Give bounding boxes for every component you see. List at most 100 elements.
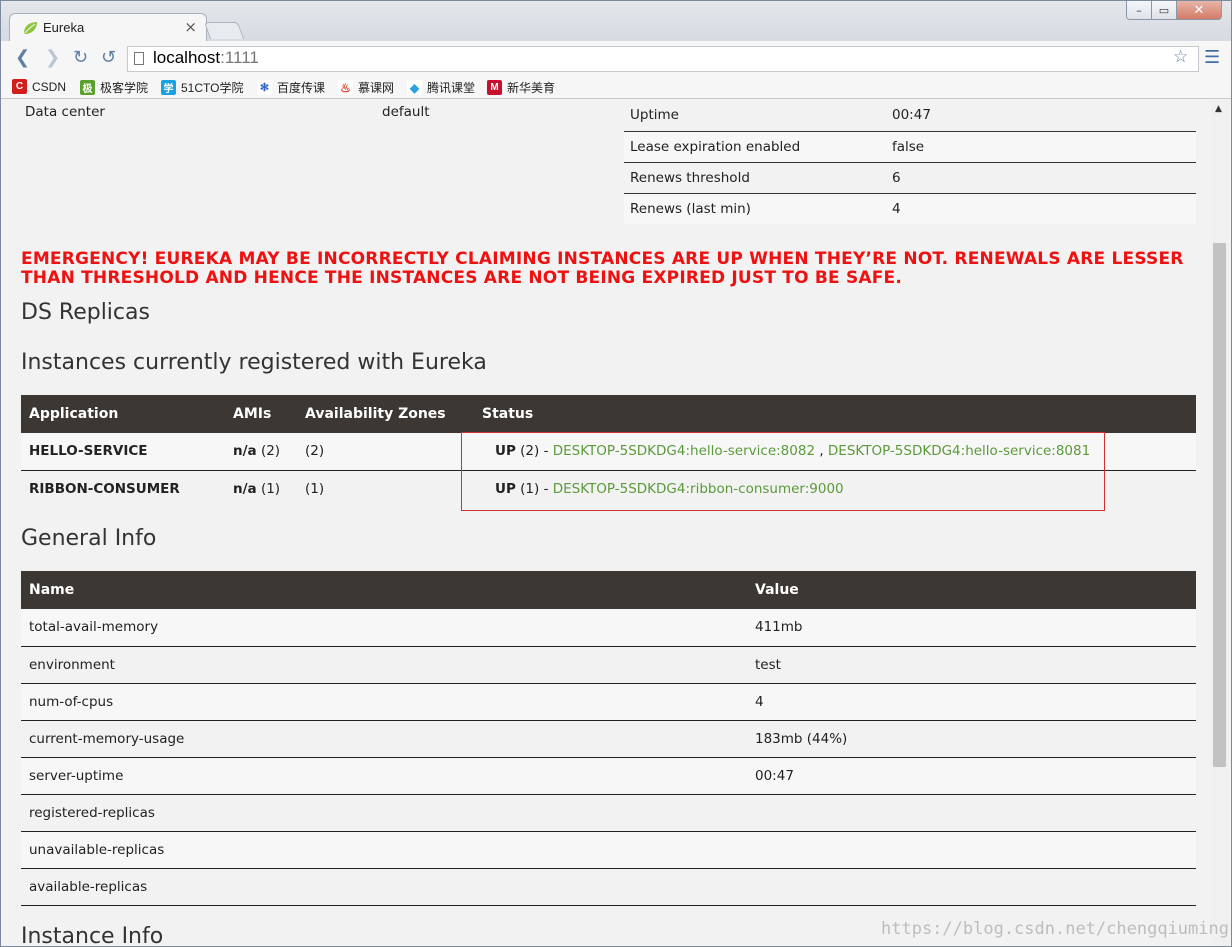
bookmark-xinhua[interactable]: M 新华美育 <box>487 79 555 96</box>
tab-eureka[interactable]: Eureka × <box>9 13 207 41</box>
maximize-button[interactable]: ▭ <box>1152 1 1177 19</box>
application-name: HELLO-SERVICE <box>21 433 225 471</box>
forward-arrow-icon[interactable]: ❯ <box>45 49 60 67</box>
minimize-icon: – <box>1136 3 1142 17</box>
bookmark-label: 新华美育 <box>507 81 556 95</box>
bookmark-51cto[interactable]: 学 51CTO学院 <box>161 79 243 96</box>
info-name: available-replicas <box>21 868 747 906</box>
info-value: 183mb (44%) <box>747 720 1196 758</box>
scroll-thumb[interactable] <box>1213 243 1226 767</box>
zones-cell: (2) <box>297 433 474 471</box>
table-row: num-of-cpus 4 <box>21 683 1196 721</box>
col-amis: AMIs <box>225 395 297 433</box>
col-value: Value <box>747 571 1196 609</box>
stat-value: false <box>886 131 1196 163</box>
general-info-heading: General Info <box>21 526 157 551</box>
ami-count: (1) <box>260 480 281 497</box>
page-viewport[interactable]: Data center default Uptime 00:47 Lease ex… <box>3 100 1211 946</box>
status-stats-table: Uptime 00:47 Lease expiration enabled fals… <box>624 100 1196 224</box>
zones-cell: (1) <box>297 470 474 507</box>
bookmark-label: 极客学院 <box>100 81 149 95</box>
table-row: total-avail-memory 411mb <box>21 609 1196 647</box>
minimize-button[interactable]: – <box>1127 1 1152 19</box>
menu-icon[interactable]: ☰ <box>1204 47 1220 68</box>
table-row: Lease expiration enabled false <box>624 131 1196 163</box>
table-row: Uptime 00:47 <box>624 100 1196 132</box>
xinhua-m-icon: M <box>487 80 502 95</box>
stat-label: Renews (last min) <box>624 193 886 224</box>
ami-value: n/a <box>233 443 257 460</box>
bookmark-imooc[interactable]: ♨ 慕课网 <box>338 79 394 96</box>
col-status: Status <box>474 395 1196 433</box>
close-icon: ✕ <box>1193 2 1205 18</box>
bookmark-label: 51CTO学院 <box>181 81 244 95</box>
stat-label: Renews threshold <box>624 162 886 194</box>
table-row: unavailable-replicas <box>21 831 1196 869</box>
back-arrow-icon[interactable]: ❮ <box>15 49 30 67</box>
tencent-icon: ◆ <box>407 80 422 95</box>
table-row: RIBBON-CONSUMER n/a (1) (1) UP (1) - DES… <box>21 470 1196 507</box>
browser-window: Eureka × – ▭ ✕ ❮ ❯ ↻ ↺ localhost:1111 ☆ … <box>0 0 1232 947</box>
info-name: total-avail-memory <box>21 609 747 647</box>
bookmark-baiduchuanke[interactable]: ✻ 百度传课 <box>257 79 325 96</box>
flame-icon: ♨ <box>338 80 353 95</box>
bookmark-jikexueyuan[interactable]: 极 极客学院 <box>80 79 148 96</box>
info-name: unavailable-replicas <box>21 831 747 869</box>
watermark-text: https://blog.csdn.net/chengqiuming <box>881 919 1229 939</box>
address-bar[interactable] <box>127 46 1199 72</box>
status-up: UP <box>495 480 516 497</box>
scroll-up-arrow-icon[interactable]: ▲ <box>1215 104 1222 114</box>
stat-value: 00:47 <box>886 100 1196 132</box>
reload-icon[interactable]: ↻ <box>73 49 88 67</box>
table-header-row: Application AMIs Availability Zones Stat… <box>21 395 1196 433</box>
51cto-icon: 学 <box>161 80 176 95</box>
table-row: registered-replicas <box>21 794 1196 832</box>
bookmark-star-icon[interactable]: ☆ <box>1173 47 1188 67</box>
info-value <box>747 794 1196 832</box>
status-cell: UP (1) - DESKTOP-5SDKDG4:ribbon-consumer… <box>474 470 1196 507</box>
info-name: registered-replicas <box>21 794 747 832</box>
bookmark-label: CSDN <box>32 79 67 94</box>
info-value: 00:47 <box>747 757 1196 795</box>
window-controls: – ▭ ✕ <box>1126 1 1222 20</box>
info-value: 4 <box>747 683 1196 721</box>
close-window-button[interactable]: ✕ <box>1177 1 1221 19</box>
instance-link[interactable]: DESKTOP-5SDKDG4:ribbon-consumer:9000 <box>553 481 844 497</box>
table-row: environment test <box>21 646 1196 684</box>
col-availability-zones: Availability Zones <box>297 395 474 433</box>
info-name: environment <box>21 646 747 684</box>
instance-link[interactable]: DESKTOP-5SDKDG4:hello-service:8082 <box>553 443 815 459</box>
stat-value: 6 <box>886 162 1196 194</box>
url-text[interactable]: localhost:1111 <box>153 48 259 68</box>
bookmark-label: 慕课网 <box>358 81 395 95</box>
status-up: UP <box>495 443 516 460</box>
bookmark-tencent[interactable]: ◆ 腾讯课堂 <box>407 79 475 96</box>
application-name: RIBBON-CONSUMER <box>21 470 225 507</box>
data-center-label: Data center <box>25 104 105 120</box>
instances-heading: Instances currently registered with Eure… <box>21 350 487 375</box>
ds-replicas-heading: DS Replicas <box>21 300 150 325</box>
bookmark-csdn[interactable]: C CSDN <box>12 79 66 94</box>
col-name: Name <box>21 571 747 609</box>
instance-link[interactable]: DESKTOP-5SDKDG4:hello-service:8081 <box>828 443 1090 459</box>
baidu-paw-icon: ✻ <box>257 80 272 95</box>
general-info-table: Name Value total-avail-memory 411mb envir… <box>21 571 1196 906</box>
tab-title: Eureka <box>43 20 85 35</box>
instance-info-heading: Instance Info <box>21 924 164 946</box>
vertical-scrollbar[interactable]: ▲ <box>1211 100 1229 946</box>
info-name: current-memory-usage <box>21 720 747 758</box>
jikexueyuan-icon: 极 <box>80 80 95 95</box>
bookmark-label: 腾讯课堂 <box>427 81 476 95</box>
status-count: (2) - <box>520 443 553 460</box>
undo-icon[interactable]: ↺ <box>101 49 116 67</box>
new-tab-button[interactable] <box>203 22 245 39</box>
spring-leaf-icon <box>24 22 37 34</box>
info-name: num-of-cpus <box>21 683 747 721</box>
status-cell: UP (2) - DESKTOP-5SDKDG4:hello-service:8… <box>474 433 1196 471</box>
stat-label: Uptime <box>624 100 886 132</box>
table-header-row: Name Value <box>21 571 1196 609</box>
bookmark-label: 百度传课 <box>277 81 326 95</box>
bookmarks-bar: C CSDN 极 极客学院 学 51CTO学院 ✻ 百度传课 ♨ 慕课网 ◆ 腾… <box>1 75 1231 99</box>
tab-close-icon[interactable]: × <box>184 18 197 36</box>
navigation-toolbar: ❮ ❯ ↻ ↺ localhost:1111 ☆ ☰ <box>1 41 1231 75</box>
